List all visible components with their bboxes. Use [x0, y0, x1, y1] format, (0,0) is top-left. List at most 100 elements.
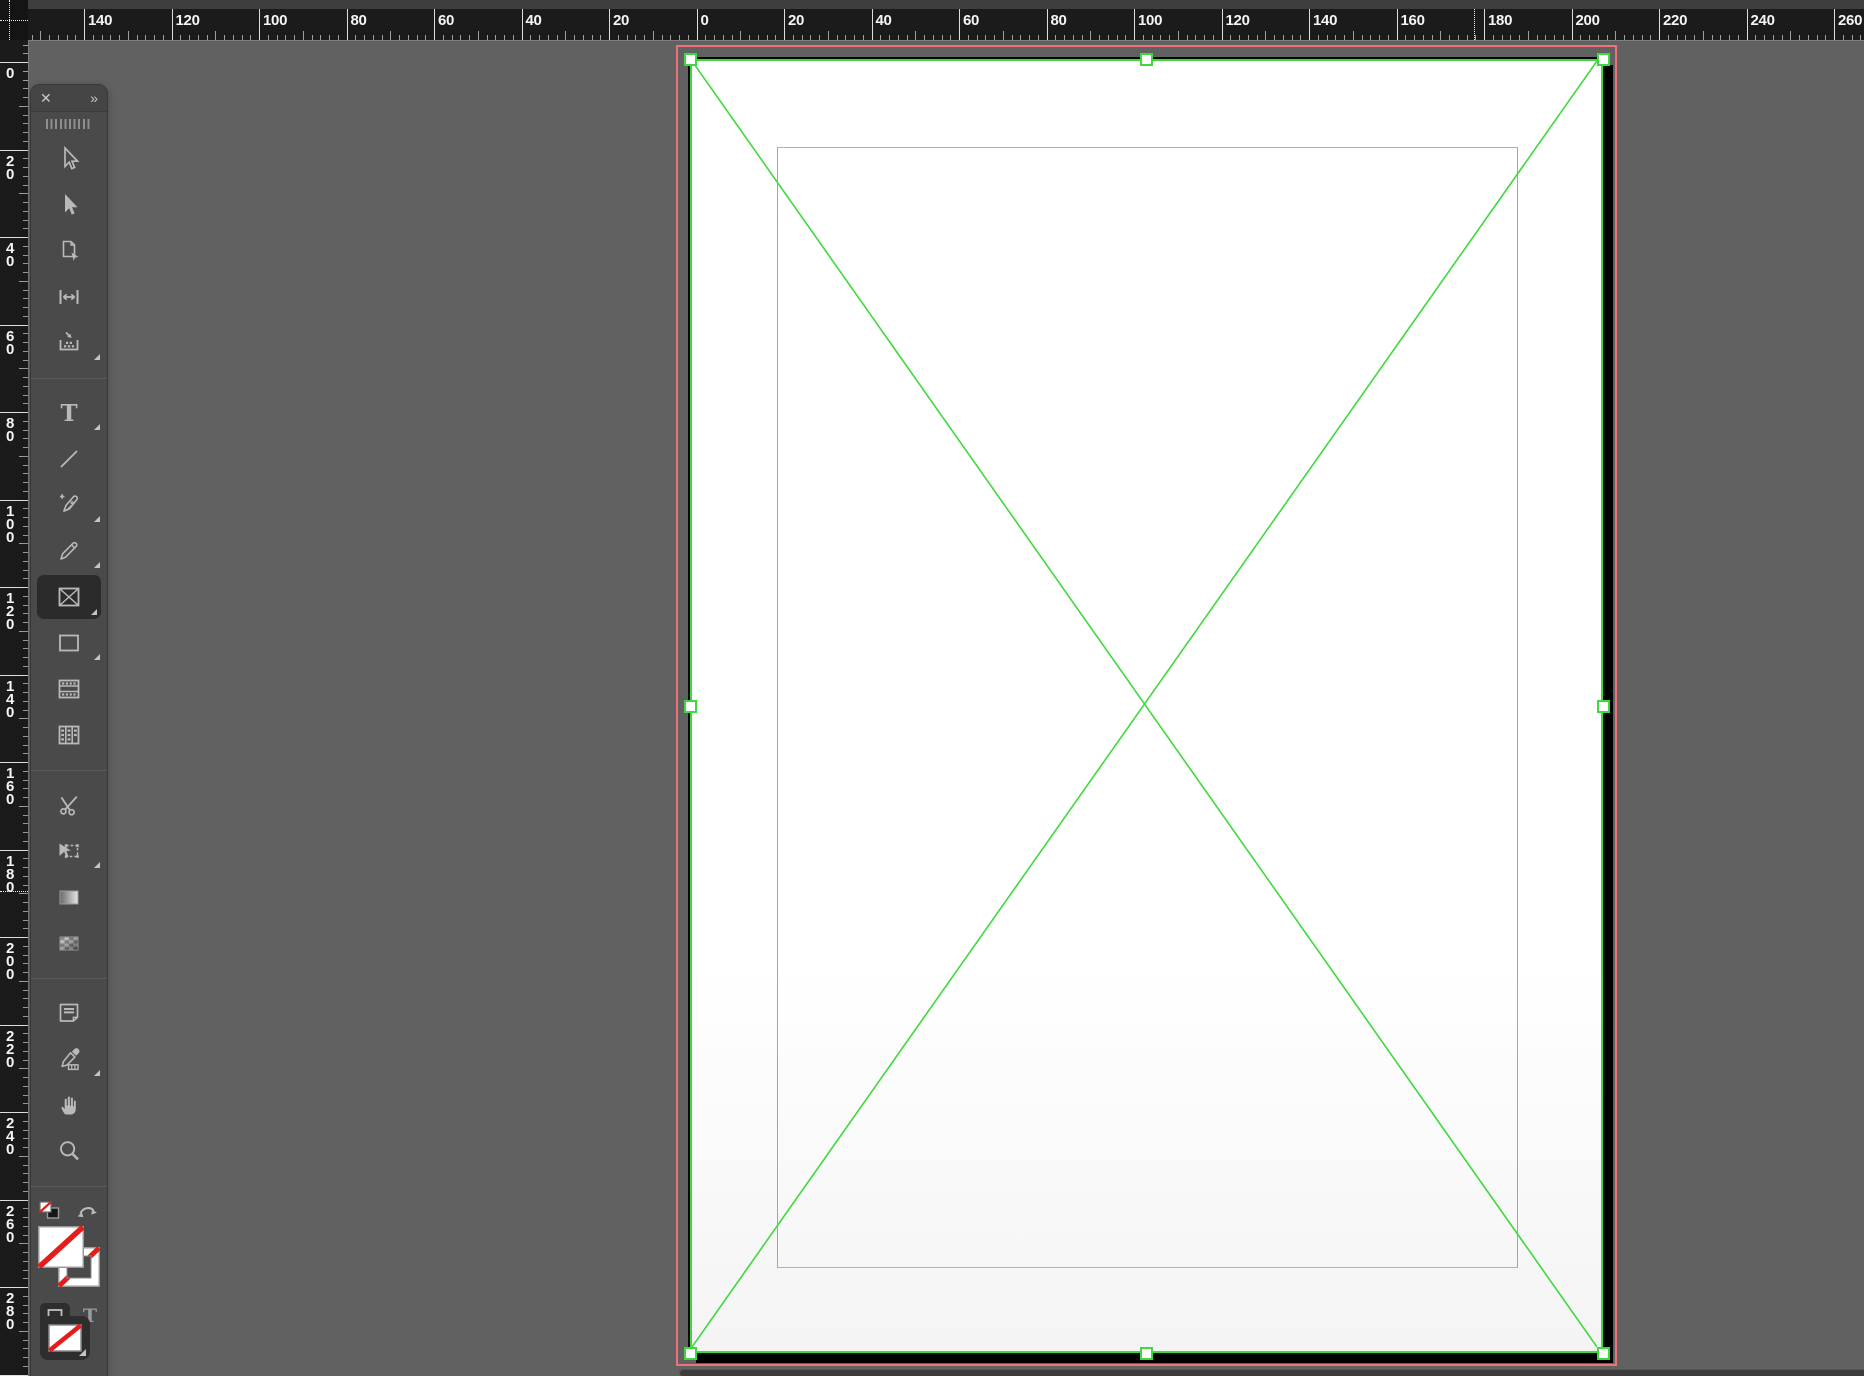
- ruler-tick: [1711, 35, 1713, 40]
- ruler-tick: [1492, 35, 1494, 40]
- selected-graphics-frame[interactable]: [690, 59, 1603, 1353]
- apply-none-button[interactable]: [40, 1316, 90, 1360]
- ruler-tick: [23, 1278, 28, 1280]
- rectangle-tool[interactable]: [31, 620, 107, 666]
- ruler-tick: [57, 35, 59, 40]
- ruler-tick: [1737, 35, 1739, 40]
- ruler-tick: [1344, 35, 1345, 40]
- scissors-icon: [60, 795, 78, 816]
- page-tool[interactable]: [31, 228, 107, 274]
- ruler-tick: [1624, 35, 1625, 40]
- frame-tool[interactable]: [31, 574, 107, 620]
- ruler-tick: [23, 1217, 28, 1218]
- ruler-tick: [1772, 35, 1774, 40]
- ruler-tick: [582, 35, 584, 40]
- ruler-tick: [1274, 35, 1275, 40]
- ruler-tick: [670, 35, 672, 40]
- note-tool[interactable]: [31, 990, 107, 1036]
- scissors-tool[interactable]: [31, 782, 107, 828]
- ruler-tick: [23, 1269, 28, 1271]
- ruler-tick: [530, 35, 532, 40]
- ruler-tick: [23, 289, 28, 291]
- tools-panel-header[interactable]: ✕ »: [31, 85, 107, 112]
- fill-swatch-none[interactable]: [37, 1224, 85, 1273]
- gap-tool[interactable]: [31, 274, 107, 320]
- content-collector-tool[interactable]: [31, 320, 107, 366]
- ruler-tick: [23, 928, 28, 930]
- ruler-tick: [145, 35, 147, 40]
- ruler-tick: [1851, 35, 1853, 40]
- ruler-tick: [19, 455, 28, 457]
- default-fill-stroke-button[interactable]: [37, 1200, 63, 1227]
- ruler-origin-corner[interactable]: [0, 0, 28, 40]
- ruler-tick: [250, 35, 252, 40]
- selection-handle-middle-right[interactable]: [1596, 699, 1610, 713]
- selection-handle-bottom-center[interactable]: [1140, 1346, 1153, 1360]
- panel-drag-grip[interactable]: [31, 112, 107, 136]
- direct-selection-tool[interactable]: [31, 182, 107, 228]
- flyout-indicator-icon: [94, 424, 100, 430]
- ruler-tick: [23, 1094, 28, 1096]
- ruler-tick: [766, 35, 768, 40]
- free-transform-tool[interactable]: [31, 828, 107, 874]
- swap-fill-stroke-button[interactable]: [73, 1200, 101, 1227]
- ruler-tick: [407, 35, 409, 40]
- selection-handle-top-right[interactable]: [1596, 52, 1610, 66]
- ruler-tick: [705, 35, 707, 40]
- line-tool[interactable]: [31, 436, 107, 482]
- hand-tool[interactable]: [31, 1082, 107, 1128]
- ruler-tick: [49, 35, 50, 40]
- ruler-tick: [897, 35, 899, 40]
- ruler-label: 60: [438, 12, 455, 29]
- eyedropper-tool[interactable]: [31, 1036, 107, 1082]
- ruler-tick: [1449, 35, 1450, 40]
- vertical-grid-tool[interactable]: [31, 712, 107, 758]
- ruler-tick: [23, 613, 28, 615]
- zoom-tool[interactable]: [31, 1128, 107, 1174]
- selection-handle-top-center[interactable]: [1140, 52, 1153, 66]
- ruler-tick: [23, 438, 28, 440]
- ruler-tick: [23, 53, 28, 55]
- ruler-tick: [0, 1374, 28, 1376]
- pencil-tool[interactable]: [31, 528, 107, 574]
- expand-panel-button[interactable]: »: [90, 91, 98, 105]
- type-tool[interactable]: T: [31, 390, 107, 436]
- ruler-tick: [23, 1365, 28, 1367]
- ruler-tick: [950, 35, 952, 40]
- selection-handle-top-left[interactable]: [683, 52, 697, 66]
- ruler-tick: [889, 35, 890, 40]
- ruler-tick: [1282, 35, 1284, 40]
- horizontal-grid-tool[interactable]: [31, 666, 107, 712]
- ruler-tick: [23, 1120, 28, 1122]
- selection-handle-bottom-left[interactable]: [683, 1346, 697, 1360]
- ruler-tick: [23, 727, 28, 728]
- ruler-tick: [23, 744, 28, 746]
- pen-tool[interactable]: [31, 482, 107, 528]
- ruler-tick: [0, 499, 28, 501]
- ruler-tick: [1011, 35, 1013, 40]
- close-panel-button[interactable]: ✕: [40, 91, 52, 105]
- ruler-tick: [23, 175, 28, 177]
- selection-handle-bottom-right[interactable]: [1596, 1346, 1610, 1360]
- ruler-label: 2 2 0: [6, 1027, 15, 1071]
- swap-arrows-icon: [77, 1207, 97, 1218]
- ruler-tick: [1414, 35, 1415, 40]
- vertical-ruler[interactable]: 0 2 0 4 0 6 0 8 0 1 0 0 1 2 0 1 4 0 1 6 0 1 8 0 2 …: [0, 40, 29, 1376]
- ruler-tick: [521, 9, 523, 40]
- ruler-tick: [23, 263, 28, 265]
- gradient-swatch-tool[interactable]: [31, 874, 107, 920]
- ruler-tick: [635, 35, 637, 40]
- type-icon: T: [60, 400, 77, 427]
- horizontal-scrollbar-thumb[interactable]: [679, 1369, 1864, 1376]
- tool-group-separator: [31, 1174, 107, 1198]
- horizontal-ruler[interactable]: 1601401201008060402002040608010012014016…: [0, 9, 1864, 41]
- ruler-tick: [136, 35, 138, 40]
- selection-tool[interactable]: [31, 136, 107, 182]
- ruler-tick: [23, 307, 28, 308]
- ruler-tick: [23, 490, 28, 492]
- selection-handle-middle-left[interactable]: [683, 699, 697, 713]
- gradient-feather-tool[interactable]: [31, 920, 107, 966]
- ruler-tick: [504, 35, 505, 40]
- ruler-tick: [23, 97, 28, 98]
- ruler-tick: [23, 88, 28, 90]
